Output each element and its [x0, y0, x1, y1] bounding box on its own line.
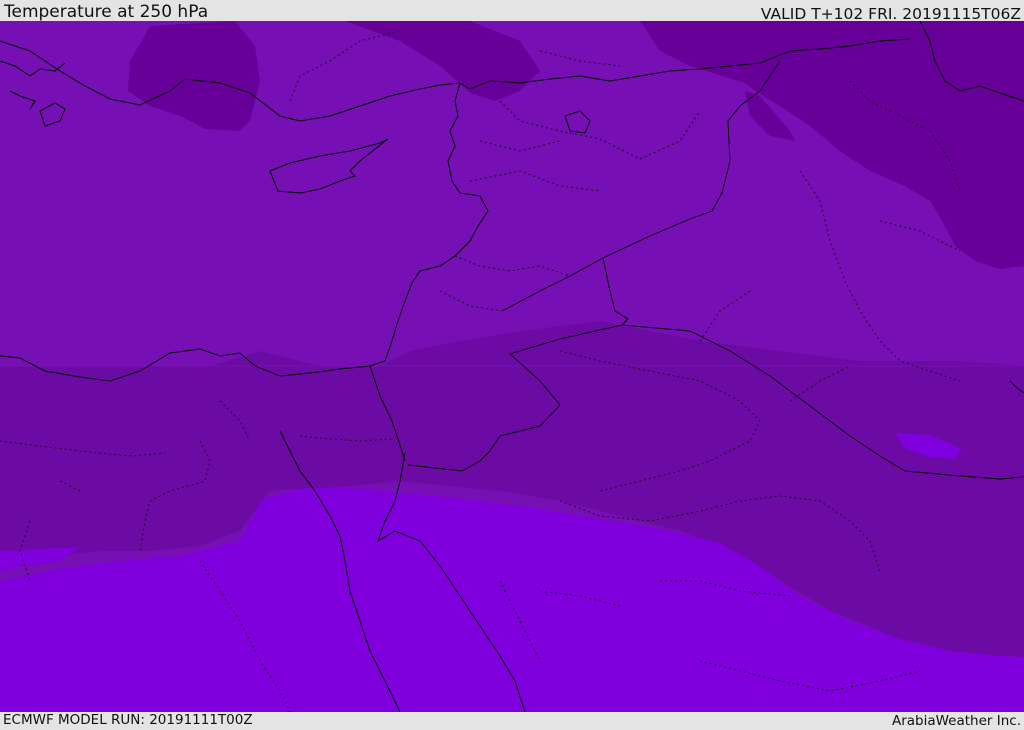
map-title: Temperature at 250 hPa — [4, 2, 209, 22]
map-panel — [0, 21, 1024, 712]
model-run: ECMWF MODEL RUN: 20191111T00Z — [3, 712, 253, 728]
footer-bar: ECMWF MODEL RUN: 20191111T00Z ArabiaWeat… — [0, 712, 1024, 729]
temperature-map — [0, 21, 1024, 712]
header-bar: Temperature at 250 hPa VALID T+102 FRI. … — [0, 0, 1024, 23]
credit: ArabiaWeather Inc. — [891, 713, 1021, 729]
valid-time: VALID T+102 FRI. 20191115T06Z — [760, 5, 1021, 23]
